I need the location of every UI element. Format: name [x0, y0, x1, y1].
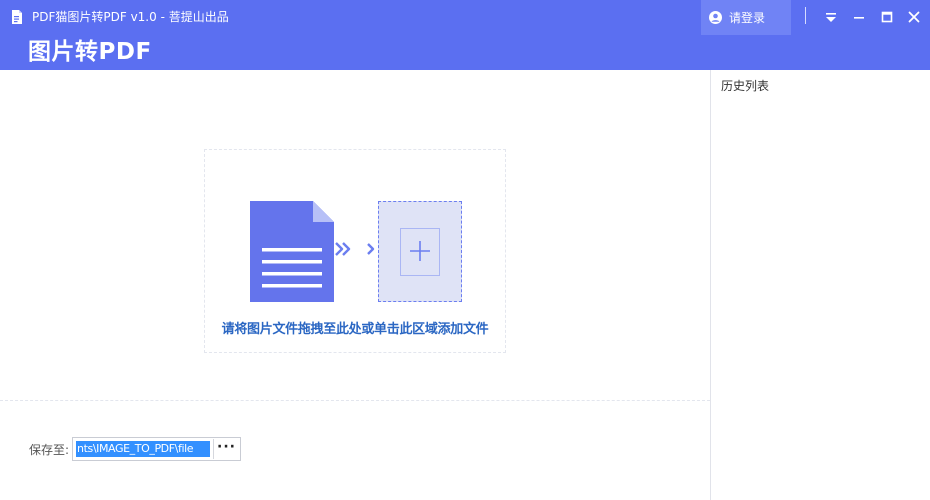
browse-button[interactable]: ···: [213, 439, 239, 459]
save-to-label: 保存至:: [29, 443, 70, 457]
menu-icon[interactable]: [823, 9, 839, 25]
plus-icon: [410, 241, 430, 261]
titlebar-separator: [805, 7, 806, 24]
main-area: 请将图片文件拖拽至此处或单击此区域添加文件 保存至: ···: [0, 70, 710, 500]
file-drop-zone[interactable]: 请将图片文件拖拽至此处或单击此区域添加文件: [204, 149, 506, 353]
history-panel: 历史列表: [710, 70, 930, 500]
pdf-doc-icon: [12, 10, 22, 24]
login-label: 请登录: [729, 11, 766, 25]
close-icon[interactable]: [906, 9, 922, 25]
login-button[interactable]: 请登录: [701, 0, 791, 35]
add-file-box[interactable]: [378, 201, 462, 302]
double-chevron-right-icon: [335, 242, 375, 256]
user-icon: [709, 11, 722, 24]
app-heading: 图片转PDF: [28, 39, 152, 65]
history-title: 历史列表: [721, 79, 770, 93]
minimize-icon[interactable]: [851, 9, 867, 25]
drop-hint-text: 请将图片文件拖拽至此处或单击此区域添加文件: [221, 322, 489, 337]
window-title: PDF猫图片转PDF v1.0 - 菩提山出品: [32, 10, 229, 24]
save-path-box: ···: [72, 437, 241, 461]
maximize-icon[interactable]: [879, 9, 895, 25]
section-divider: [0, 400, 710, 401]
save-path-input[interactable]: [76, 441, 210, 457]
title-bar: PDF猫图片转PDF v1.0 - 菩提山出品 图片转PDF 请登录: [0, 0, 930, 70]
document-icon: [250, 201, 334, 302]
